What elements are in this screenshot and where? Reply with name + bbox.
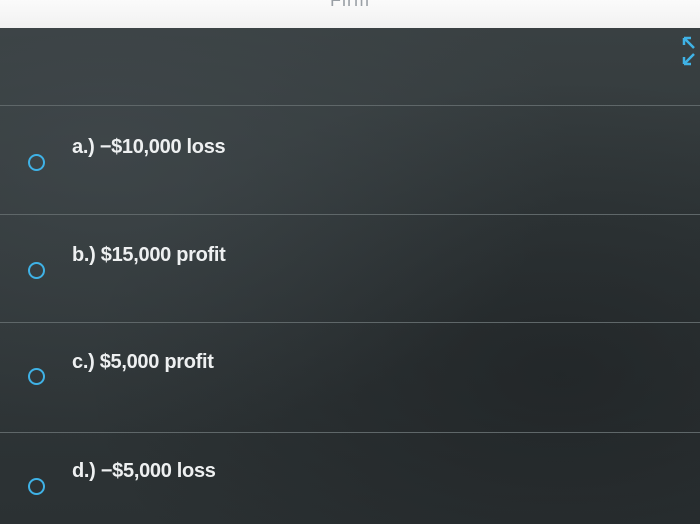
- radio-button-c[interactable]: [28, 368, 45, 385]
- option-c[interactable]: c.) $5,000 profit: [0, 336, 700, 396]
- divider: [0, 214, 700, 215]
- divider: [0, 322, 700, 323]
- option-a-label: a.) −$10,000 loss: [72, 136, 226, 158]
- divider: [0, 105, 700, 106]
- radio-button-a[interactable]: [28, 154, 45, 171]
- option-c-label: c.) $5,000 profit: [72, 351, 214, 373]
- divider: [0, 432, 700, 433]
- option-b-label: b.) $15,000 profit: [72, 244, 226, 266]
- option-a[interactable]: a.) −$10,000 loss: [0, 120, 700, 180]
- option-d[interactable]: d.) −$5,000 loss: [0, 444, 700, 504]
- page-title: Firm: [330, 0, 370, 10]
- expand-icon[interactable]: [682, 36, 696, 66]
- radio-button-d[interactable]: [28, 478, 45, 495]
- radio-button-b[interactable]: [28, 262, 45, 279]
- top-bar: Firm: [0, 0, 700, 28]
- option-b[interactable]: b.) $15,000 profit: [0, 228, 700, 288]
- option-d-label: d.) −$5,000 loss: [72, 460, 216, 482]
